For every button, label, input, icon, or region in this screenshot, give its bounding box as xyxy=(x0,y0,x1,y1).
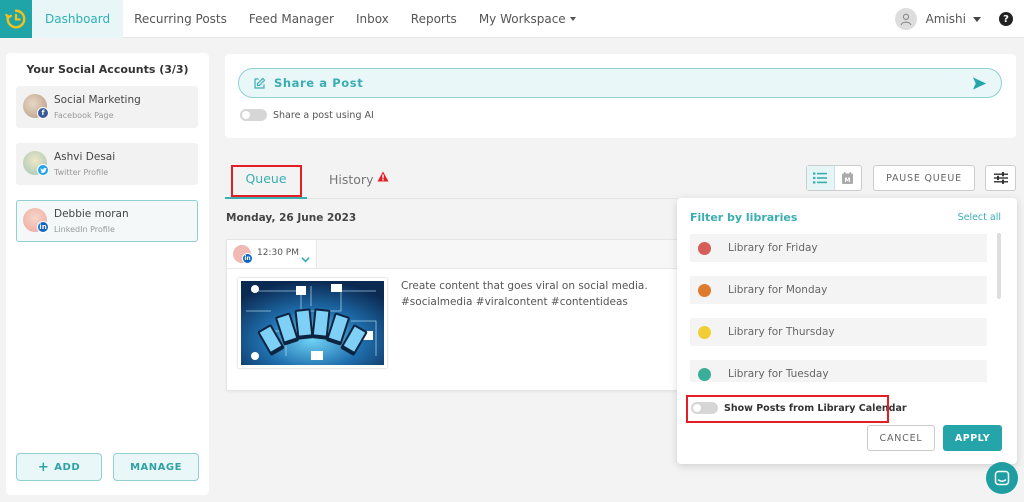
tab-history[interactable]: History xyxy=(329,160,373,199)
social-accounts-title: Your Social Accounts (3/3) xyxy=(26,63,189,76)
library-color-dot xyxy=(698,325,711,339)
add-account-button[interactable]: + ADD xyxy=(16,453,102,481)
user-icon xyxy=(900,13,911,26)
library-list-scrollbar[interactable] xyxy=(997,233,1001,299)
account-item-ashvi-desai[interactable]: Ashvi Desai Twitter Profile xyxy=(16,143,198,185)
post-time: 12:30 PM xyxy=(257,248,299,258)
nav-my-workspace[interactable]: My Workspace xyxy=(468,0,587,38)
queued-post-card[interactable]: in 12:30 PM Create content that goes vir… xyxy=(226,239,679,391)
apply-button[interactable]: APPLY xyxy=(943,425,1002,451)
nav-dashboard[interactable]: Dashboard xyxy=(32,0,124,38)
chat-icon xyxy=(994,470,1010,486)
library-color-dot xyxy=(698,283,711,297)
account-name: Ashvi Desai xyxy=(54,151,116,163)
nav-reports[interactable]: Reports xyxy=(400,0,468,38)
library-item-thursday[interactable]: Library for Thursday xyxy=(690,318,987,346)
linkedin-icon: in xyxy=(242,253,253,264)
library-item-tuesday[interactable]: Library for Tuesday xyxy=(690,360,987,382)
chat-launcher-button[interactable] xyxy=(986,462,1018,494)
post-image[interactable] xyxy=(238,278,387,368)
list-view-button[interactable] xyxy=(807,166,835,190)
sliders-icon xyxy=(993,172,1008,184)
social-media-image-graphic xyxy=(241,281,384,365)
filter-button[interactable] xyxy=(985,165,1016,191)
queue-tab-highlight xyxy=(231,165,302,197)
queue-date: Monday, 26 June 2023 xyxy=(226,212,357,224)
view-toggle: M xyxy=(806,165,862,191)
caret-down-icon[interactable] xyxy=(973,16,981,22)
library-calendar-highlight xyxy=(686,395,889,423)
filter-libraries-dropdown: Filter by libraries Select all Library f… xyxy=(677,198,1017,464)
share-post-card: Share a Post Share a post using AI xyxy=(225,54,1016,138)
pause-queue-button[interactable]: PAUSE QUEUE xyxy=(873,165,975,191)
list-icon xyxy=(813,172,828,184)
cancel-button[interactable]: CANCEL xyxy=(867,425,935,451)
library-color-dot xyxy=(698,367,711,381)
account-name: Social Marketing xyxy=(54,94,141,106)
account-type: Facebook Page xyxy=(54,111,114,120)
send-icon[interactable] xyxy=(972,76,987,95)
calendar-icon: M xyxy=(842,172,854,184)
library-list: Library for Friday Library for Monday Li… xyxy=(690,234,988,382)
clock-history-icon xyxy=(5,9,26,28)
app-logo[interactable] xyxy=(0,0,32,38)
ai-toggle-row: Share a post using AI xyxy=(240,109,374,121)
manage-accounts-button[interactable]: MANAGE xyxy=(113,453,199,481)
account-item-social-marketing[interactable]: f Social Marketing Facebook Page xyxy=(16,86,198,128)
account-type: Twitter Profile xyxy=(54,168,109,177)
post-time-selector[interactable]: in 12:30 PM xyxy=(227,240,317,268)
share-post-label: Share a Post xyxy=(274,76,364,90)
library-item-friday[interactable]: Library for Friday xyxy=(690,234,987,262)
ai-toggle[interactable] xyxy=(240,109,267,121)
edit-icon xyxy=(253,77,266,90)
library-item-monday[interactable]: Library for Monday xyxy=(690,276,987,304)
account-item-debbie-moran[interactable]: in Debbie moran LinkedIn Profile xyxy=(16,200,198,242)
chevron-down-icon[interactable] xyxy=(301,248,310,267)
plus-icon: + xyxy=(37,459,50,475)
calendar-view-button[interactable]: M xyxy=(835,166,862,190)
user-avatar[interactable] xyxy=(894,8,917,30)
twitter-icon xyxy=(37,164,49,176)
account-type: LinkedIn Profile xyxy=(54,225,115,234)
select-all-link[interactable]: Select all xyxy=(958,212,1001,223)
user-menu[interactable]: Amishi ? xyxy=(894,0,1024,38)
toggle-knob xyxy=(242,111,250,119)
linkedin-icon: in xyxy=(37,221,49,233)
filter-title: Filter by libraries xyxy=(690,211,798,224)
nav-recurring-posts[interactable]: Recurring Posts xyxy=(123,0,238,38)
svg-text:M: M xyxy=(845,177,851,184)
social-accounts-panel: Your Social Accounts (3/3) f Social Mark… xyxy=(6,53,209,495)
ai-toggle-label: Share a post using AI xyxy=(273,109,374,121)
share-post-input[interactable]: Share a Post xyxy=(238,68,1002,98)
nav-feed-manager[interactable]: Feed Manager xyxy=(238,0,345,38)
facebook-icon: f xyxy=(37,107,49,119)
account-name: Debbie moran xyxy=(54,208,129,220)
help-icon[interactable]: ? xyxy=(999,12,1013,26)
post-text: Create content that goes viral on social… xyxy=(401,280,648,308)
top-nav: Dashboard Recurring Posts Feed Manager I… xyxy=(0,0,1024,38)
warning-icon xyxy=(377,167,389,186)
caret-down-icon xyxy=(569,16,576,21)
post-header: in 12:30 PM xyxy=(227,240,679,269)
library-color-dot xyxy=(698,241,711,255)
nav-inbox[interactable]: Inbox xyxy=(345,0,400,38)
user-name[interactable]: Amishi xyxy=(926,12,966,26)
